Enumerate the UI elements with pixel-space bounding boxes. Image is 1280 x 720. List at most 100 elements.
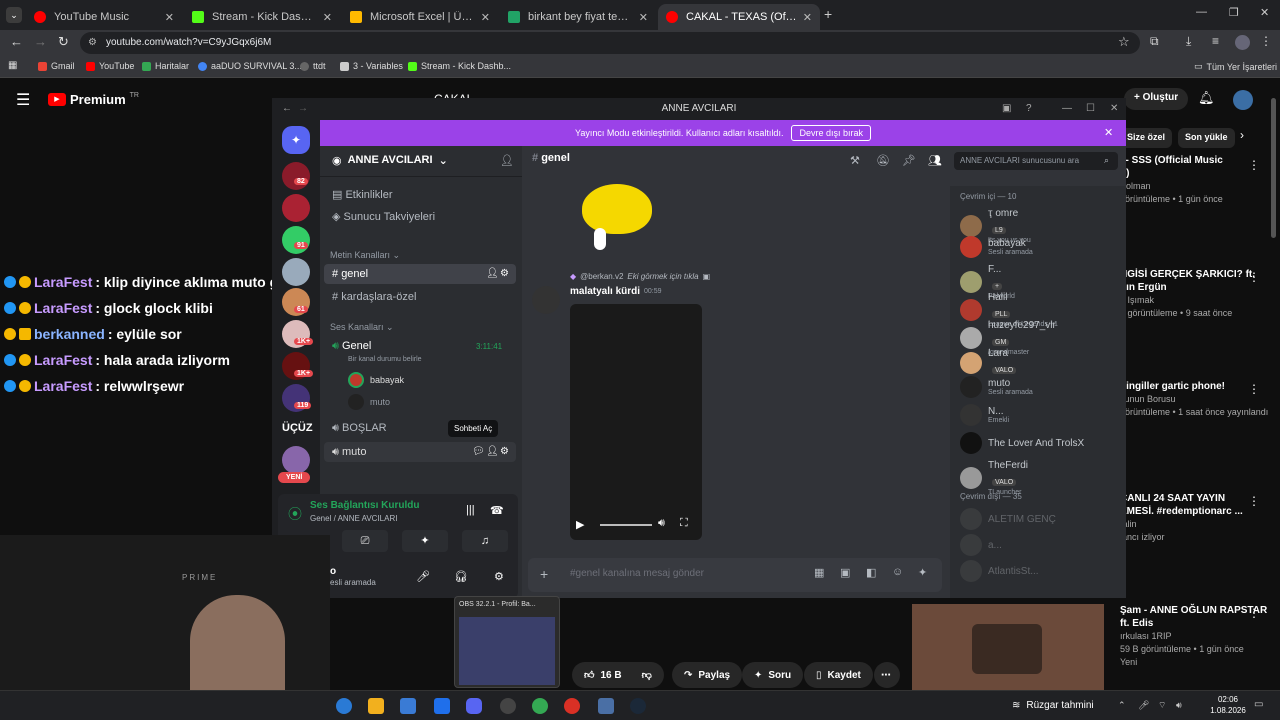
bookmark-variables[interactable]: 3 - Variables xyxy=(340,61,403,71)
hamburger-icon[interactable]: ☰ xyxy=(16,90,30,110)
fullscreen-icon[interactable]: ⛶ xyxy=(680,517,688,530)
site-info-icon[interactable]: ⚙ xyxy=(88,37,97,48)
mail-icon[interactable] xyxy=(434,698,450,714)
close-icon[interactable]: ✕ xyxy=(323,11,332,24)
all-bookmarks[interactable]: ▭ Tüm Yer İşaretleri xyxy=(1194,61,1277,72)
tray-chevron-icon[interactable]: ⌃ xyxy=(1118,700,1126,711)
notifications-icon[interactable]: 🔔︎ xyxy=(1198,90,1215,106)
member-item[interactable]: muto Sesli aramada xyxy=(960,376,1033,398)
close-icon[interactable]: ✕ xyxy=(165,11,174,24)
disable-streamer-mode-button[interactable]: Devre dışı bırak xyxy=(791,125,871,141)
play-icon[interactable]: ▶ xyxy=(576,518,584,531)
headphones-icon[interactable]: 🎧︎ xyxy=(454,570,468,583)
member-item[interactable]: TheFerdi VALO TLauncher xyxy=(960,460,1028,496)
member-list-icon[interactable]: 👥︎ xyxy=(928,154,942,167)
user-settings-icon[interactable]: ⚙ xyxy=(494,570,504,583)
app-icon[interactable] xyxy=(598,698,614,714)
share-button[interactable]: ↷ Paylaş xyxy=(672,662,743,688)
chip-recent[interactable]: Son yükle xyxy=(1178,128,1235,148)
minimize-icon[interactable]: — xyxy=(1062,98,1072,120)
save-button[interactable]: ▯ Kaydet xyxy=(804,662,873,688)
forward-icon[interactable]: → xyxy=(34,34,47,49)
gift-icon[interactable]: ▦ xyxy=(814,566,824,579)
extensions-icon[interactable]: ⧉ xyxy=(1150,34,1159,49)
store-icon[interactable] xyxy=(400,698,416,714)
voice-user[interactable]: babayak xyxy=(348,372,404,388)
like-button[interactable]: 👍︎ 16 B 👎︎ xyxy=(572,662,664,688)
app-icon[interactable] xyxy=(564,698,580,714)
steam-icon[interactable] xyxy=(630,698,646,714)
pin-icon[interactable]: 📌︎ xyxy=(902,154,916,167)
network-icon[interactable]: ⌔ xyxy=(1158,700,1166,711)
chevron-right-icon[interactable]: › xyxy=(1240,128,1244,142)
voice-user[interactable]: muto xyxy=(348,394,390,410)
youtube-logo[interactable]: ▶ Premium TR xyxy=(48,92,139,107)
voice-channel-genel[interactable]: 🔊︎ Genel xyxy=(332,340,371,353)
close-icon[interactable]: ✕ xyxy=(803,11,812,24)
server-header[interactable]: ◉ ANNE AVCILARI ⌄ xyxy=(332,154,448,167)
more-vert-icon[interactable]: ⋮ xyxy=(1248,494,1260,508)
message-avatar[interactable] xyxy=(532,286,560,314)
download-icon[interactable]: ⤓ xyxy=(1186,34,1191,49)
server-icon[interactable] xyxy=(282,162,310,190)
member-item[interactable]: Lara VALO xyxy=(960,348,1017,377)
reply-reference[interactable]: ◆ @berkan.v2 Eki görmek için tıkla ▣ xyxy=(570,272,710,281)
menu-icon[interactable]: ⋮ xyxy=(1260,34,1272,48)
clock[interactable]: 02:06 1.08.2026 xyxy=(1206,694,1250,716)
events-link[interactable]: ▤ Etkinlikler xyxy=(332,188,393,201)
more-vert-icon[interactable]: ⋮ xyxy=(1248,382,1260,396)
message-input[interactable]: + #genel kanalına mesaj gönder ▦ ▣ ◧ ☺ ✦ xyxy=(528,558,942,592)
member-item[interactable]: babayak Sesli aramada xyxy=(960,236,1033,258)
url-input[interactable]: youtube.com/watch?v=C9yJGqx6j6M xyxy=(80,32,1140,54)
server-search-input[interactable]: ANNE AVCILARI sunucusunu ara xyxy=(954,152,1118,170)
emoji-icon[interactable]: ☺ xyxy=(892,566,903,578)
bookmark-youtube[interactable]: YouTube xyxy=(86,61,134,71)
close-icon[interactable]: ✕ xyxy=(639,11,648,24)
close-icon[interactable]: ✕ xyxy=(1110,98,1118,120)
voice-channels-header[interactable]: Ses Kanalları ⌄ xyxy=(330,322,394,333)
boosts-link[interactable]: ◈ Sunucu Takviyeleri xyxy=(332,210,435,223)
more-actions-button[interactable]: ⋯ xyxy=(874,662,900,688)
volume-icon[interactable]: 🔊︎ xyxy=(658,517,665,530)
server-label[interactable]: ÜÇÜZ xyxy=(282,422,313,434)
volume-icon[interactable]: 🔊︎ xyxy=(1176,700,1182,711)
close-icon[interactable]: ✕ xyxy=(481,11,490,24)
bookmark-gmail[interactable]: Gmail xyxy=(38,61,75,71)
bookmark-ttdt[interactable]: ttdt xyxy=(300,61,326,71)
tab-xlsx[interactable]: birkant bey fiyat teklifi.xlsx✕ xyxy=(500,4,656,30)
attach-plus-icon[interactable]: + xyxy=(540,566,548,582)
chip-for-you[interactable]: Size özel xyxy=(1120,128,1173,148)
minimize-icon[interactable]: — xyxy=(1196,6,1207,18)
bookmark-kick[interactable]: Stream - Kick Dashb... xyxy=(408,61,511,71)
tab-cakal-texas[interactable]: CAKAL - TEXAS (Official Music V✕ xyxy=(658,4,820,30)
account-avatar[interactable] xyxy=(1233,90,1253,110)
thumbs-down-icon[interactable]: 👎︎ xyxy=(642,669,652,681)
more-vert-icon[interactable]: ⋮ xyxy=(1248,270,1260,284)
video-progress[interactable] xyxy=(600,524,652,526)
weather-widget[interactable]: ≋ Rüzgar tahmini xyxy=(1012,700,1094,711)
chrome-icon[interactable] xyxy=(532,698,548,714)
bookmark-aaduo[interactable]: aaDUO SURVIVAL 3... xyxy=(198,61,302,71)
forward-icon[interactable]: → xyxy=(298,98,308,120)
tab-youtube-music[interactable]: YouTube Music ✕ xyxy=(26,4,182,30)
noise-icon[interactable]: ||| xyxy=(466,504,475,516)
activities-button[interactable]: ✦ xyxy=(402,530,448,552)
disconnect-icon[interactable]: ☎ xyxy=(490,504,504,517)
offline-member[interactable]: ALETIM GENÇ xyxy=(960,508,1056,530)
settings-icon[interactable]: ⚙ xyxy=(500,268,509,279)
channel-kardaslara-ozel[interactable]: # kardaşlara-özel xyxy=(332,291,416,303)
more-vert-icon[interactable]: ⋮ xyxy=(1248,606,1260,620)
mute-notifications-icon[interactable]: 🔕︎ xyxy=(876,154,890,167)
tab-search-icon[interactable]: ⌄ xyxy=(6,7,22,23)
sticker-image[interactable] xyxy=(576,178,662,256)
text-channels-header[interactable]: Metin Kanalları ⌄ xyxy=(330,250,400,261)
create-button[interactable]: + Oluştur xyxy=(1124,88,1189,110)
back-icon[interactable]: ← xyxy=(282,98,292,120)
offline-member[interactable]: AtlantisSt... xyxy=(960,560,1039,582)
gif-icon[interactable]: ▣ xyxy=(840,566,850,579)
file-explorer-icon[interactable] xyxy=(368,698,384,714)
rec-thumbnail[interactable] xyxy=(912,604,1104,692)
ask-button[interactable]: ✦ Soru xyxy=(742,662,804,688)
server-icon[interactable] xyxy=(282,226,310,254)
sticker-icon[interactable]: ◧ xyxy=(866,566,876,579)
